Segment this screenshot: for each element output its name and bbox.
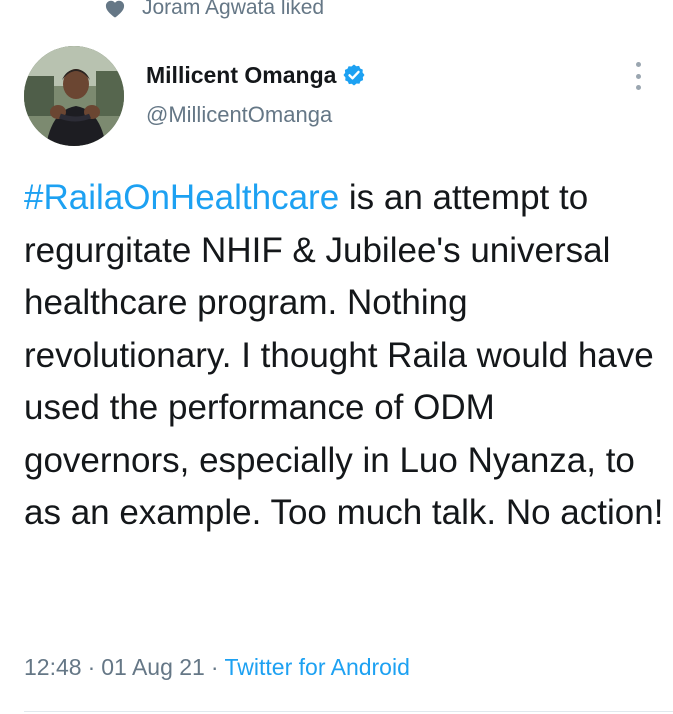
tweet-body: is an attempt to regurgitate NHIF & Jubi… — [24, 178, 664, 532]
display-name-row: Millicent Omanga — [146, 58, 366, 92]
heart-icon — [104, 0, 126, 18]
tweet-meta: 12:48 · 01 Aug 21 · Twitter for Android — [24, 654, 410, 681]
tweet-source-link[interactable]: Twitter for Android — [225, 654, 410, 681]
avatar-photo — [24, 46, 124, 146]
display-name[interactable]: Millicent Omanga — [146, 62, 336, 89]
social-context: Joram Agwata liked — [104, 0, 324, 22]
avatar[interactable] — [24, 46, 124, 146]
user-handle[interactable]: @MillicentOmanga — [146, 102, 366, 128]
tweet-text: #RailaOnHealthcare is an attempt to regu… — [24, 172, 664, 540]
tweet-time[interactable]: 12:48 — [24, 654, 82, 681]
meta-separator: · — [87, 654, 96, 680]
social-context-text[interactable]: Joram Agwata liked — [142, 0, 324, 20]
hashtag-link[interactable]: #RailaOnHealthcare — [24, 178, 339, 217]
more-options-icon[interactable] — [626, 62, 650, 90]
divider — [24, 711, 673, 712]
author[interactable]: Millicent Omanga @MillicentOmanga — [146, 58, 366, 128]
verified-badge-icon — [342, 63, 366, 87]
tweet-date[interactable]: 01 Aug 21 — [101, 654, 205, 681]
meta-separator: · — [210, 654, 219, 680]
